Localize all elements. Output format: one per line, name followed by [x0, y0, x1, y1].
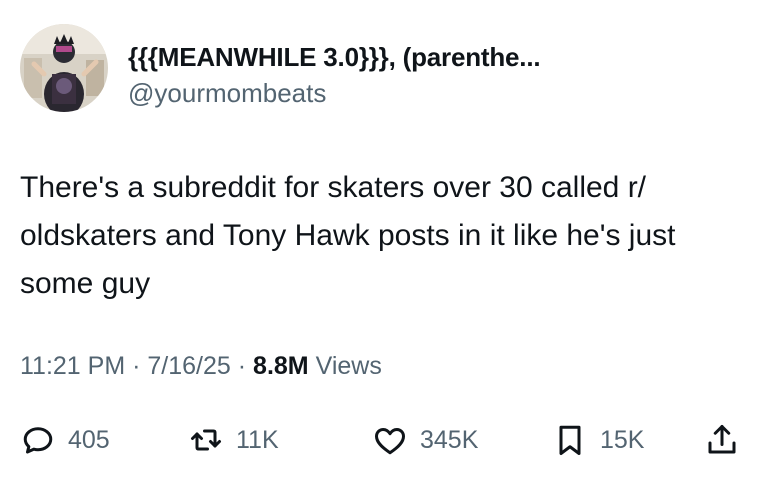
reply-icon: [23, 427, 53, 454]
tweet-time[interactable]: 11:21 PM: [20, 352, 125, 380]
bookmark-count: 15K: [600, 425, 645, 454]
share-icon: [708, 425, 736, 454]
tweet-meta: 11:21 PM · 7/16/25 · 8.8M Views: [20, 352, 382, 381]
tweet-header: {{{MEANWHILE 3.0}}}, (parenthe... @yourm…: [20, 24, 740, 116]
meta-separator: ·: [132, 352, 141, 380]
like-button[interactable]: 345K: [372, 418, 478, 462]
repost-count: 11K: [236, 425, 279, 454]
action-bar: 405 11K 345K 15K: [20, 418, 740, 462]
display-name[interactable]: {{{MEANWHILE 3.0}}}, (parenthe...: [128, 42, 541, 73]
bookmark-button[interactable]: 15K: [552, 418, 644, 462]
like-count: 345K: [420, 425, 479, 454]
reply-button[interactable]: 405: [20, 418, 110, 462]
avatar[interactable]: [20, 24, 108, 112]
repost-icon: [191, 429, 221, 451]
user-handle[interactable]: @yourmombeats: [128, 78, 326, 109]
share-button[interactable]: [704, 418, 740, 462]
views-label: Views: [315, 352, 382, 380]
meta-separator: ·: [237, 352, 247, 380]
bookmark-icon: [559, 425, 581, 455]
tweet-text: There's a subreddit for skaters over 30 …: [20, 171, 676, 300]
reply-count: 405: [68, 425, 110, 454]
repost-button[interactable]: 11K: [188, 418, 279, 462]
tweet-date[interactable]: 7/16/25: [147, 352, 230, 380]
views-count: 8.8M: [253, 352, 309, 380]
heart-icon: [375, 428, 405, 455]
avatar-photo: [20, 24, 108, 112]
